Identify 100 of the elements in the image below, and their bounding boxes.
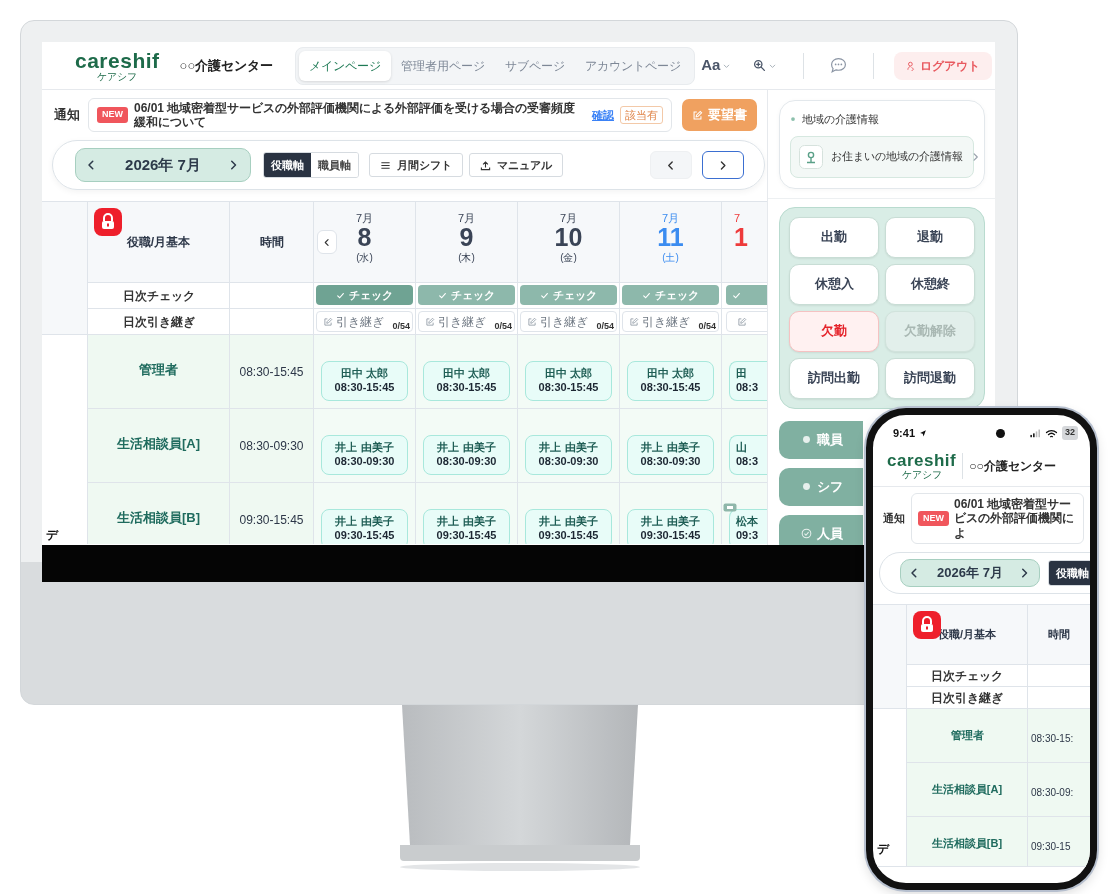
confirm-link[interactable]: 確認 — [592, 106, 614, 124]
handover-button[interactable]: 引き継ぎ 0/54 — [520, 311, 617, 332]
shift-time: 09:30-15:45 — [538, 529, 599, 543]
day-number: 1 — [734, 224, 748, 252]
staff-name: 井上 由美子 — [539, 441, 598, 455]
shift-time: 09:30-15:45 — [334, 529, 395, 543]
handover-button[interactable]: 引き継ぎ 0/54 — [622, 311, 719, 332]
card-title: 地域の介護情報 — [802, 112, 879, 127]
day-number: 11 — [657, 224, 684, 252]
punch-button[interactable]: 出勤 — [789, 216, 879, 258]
punch-button[interactable]: 訪問退勤 — [885, 357, 975, 399]
role-cell: 管理者 — [88, 335, 230, 409]
day-month: 7月 — [355, 212, 374, 225]
handover-button[interactable]: 引き継ぎ 0/54 — [418, 311, 515, 332]
view-toggle[interactable]: 役職軸 — [1049, 560, 1090, 586]
new-badge: NEW — [918, 510, 949, 527]
toolbar-button[interactable]: 月間シフト — [369, 152, 463, 178]
shift-time: 08:30-09:30 — [436, 455, 497, 469]
shift-card[interactable]: 井上 由美子 09:30-15:45 — [423, 509, 510, 544]
location-pin-icon — [799, 144, 823, 169]
nav-tab[interactable]: アカウントページ — [575, 50, 692, 81]
staff-name: 松本 — [736, 515, 758, 529]
signal-icon — [1029, 428, 1041, 438]
shift-card[interactable]: 田中 太郎 08:30-15:45 — [525, 361, 612, 401]
month-selector[interactable]: 2026年 7月 — [900, 559, 1040, 588]
day-month: 7月 — [457, 212, 476, 225]
punch-button[interactable]: 休憩入 — [789, 263, 879, 305]
time-cell: 08:30-09:30 — [230, 409, 314, 483]
punch-button[interactable]: 退勤 — [885, 216, 975, 258]
edit-icon — [737, 316, 747, 327]
logo-text: careshif — [75, 49, 160, 71]
shift-time: 08:3 — [736, 455, 759, 469]
time-cell: 09:30-15:45 — [230, 483, 314, 544]
edit-icon — [527, 316, 537, 327]
shift-card[interactable]: 松本 09:3 — [729, 509, 767, 544]
logo-subtext: ケアシフ — [97, 71, 138, 82]
role-cell: 管理者 — [907, 709, 1028, 764]
nav-tab[interactable]: サブページ — [495, 50, 576, 81]
shift-card[interactable]: 井上 由美子 08:30-09:30 — [627, 435, 714, 475]
section-label: デ — [46, 527, 58, 544]
wifi-icon — [1045, 428, 1058, 438]
notice-text: 06/01 地域密着型サービスの外部評価機関によ — [954, 497, 1075, 541]
month-label: 2026年 7月 — [125, 154, 201, 175]
shift-card[interactable]: 井上 由美子 09:30-15:45 — [627, 509, 714, 544]
shift-card[interactable]: 田中 太郎 08:30-15:45 — [627, 361, 714, 401]
nav-tab[interactable]: メインページ — [299, 50, 392, 81]
logo-subtext: ケアシフ — [901, 469, 942, 480]
month-selector[interactable]: 2026年 7月 — [75, 148, 251, 182]
shift-card[interactable]: 井上 由美子 08:30-09:30 — [525, 435, 612, 475]
handover-count: 0/54 — [596, 322, 614, 331]
dot-icon — [801, 481, 812, 492]
punch-button[interactable]: 休憩終 — [885, 263, 975, 305]
toolbar-button[interactable]: マニュアル — [469, 152, 563, 178]
row-label: 日次引き継ぎ — [931, 689, 1003, 707]
shift-card[interactable]: 田中 太郎 08:30-15:45 — [321, 361, 408, 401]
staff-name: 井上 由美子 — [437, 515, 496, 529]
role-cell: 生活相談員[B] — [907, 817, 1028, 868]
day-number: 8 — [357, 224, 372, 252]
shift-card[interactable]: 井上 由美子 09:30-15:45 — [525, 509, 612, 544]
edit-icon — [692, 109, 703, 121]
shift-card[interactable]: 山 08:3 — [729, 435, 767, 475]
shift-card[interactable]: 井上 由美子 09:30-15:45 — [321, 509, 408, 544]
facility-name: ○○介護センター — [179, 56, 274, 75]
column-header: 時間 — [1048, 627, 1070, 643]
shift-time: 08:30-09:30 — [538, 455, 599, 469]
day-weekday: (土) — [662, 251, 679, 263]
chevron-left-icon — [322, 237, 332, 247]
shift-card[interactable]: 井上 由美子 08:30-09:30 — [321, 435, 408, 475]
role-cell: 生活相談員[A] — [907, 763, 1028, 818]
font-size-button[interactable]: Aa — [695, 53, 738, 78]
handover-count: 0/54 — [698, 322, 716, 331]
staff-name: 田中 太郎 — [544, 367, 593, 381]
time-cell: 08:30-15:45 — [230, 335, 314, 409]
link-text: お住まいの地域の介護情報 — [831, 149, 963, 165]
next-button[interactable] — [702, 151, 744, 179]
staff-name: 山 — [736, 441, 747, 455]
staff-name: 井上 由美子 — [539, 515, 598, 529]
punch-button[interactable]: 訪問出勤 — [789, 357, 879, 399]
shift-card[interactable]: 井上 由美子 08:30-09:30 — [423, 435, 510, 475]
shift-card[interactable]: 田 08:3 — [729, 361, 767, 401]
battery-indicator: 32 — [1062, 426, 1078, 440]
edit-icon — [425, 316, 435, 327]
new-badge: NEW — [97, 107, 128, 123]
upload-icon — [480, 159, 491, 171]
handover-button[interactable]: 引き継ぎ 0/54 — [316, 311, 413, 332]
row-label: 日次引き継ぎ — [122, 313, 195, 331]
row-label: 日次チェック — [931, 667, 1003, 685]
view-toggle[interactable]: 役職軸 — [264, 152, 311, 178]
day-month: 7 — [734, 212, 741, 225]
shift-card[interactable]: 田中 太郎 08:30-15:45 — [423, 361, 510, 401]
day-number: 9 — [459, 224, 474, 252]
column-header: 時間 — [259, 234, 284, 251]
shift-time: 09:30-15:45 — [640, 529, 701, 543]
facility-name: ○○介護センター — [969, 457, 1056, 475]
punch-button[interactable]: 欠勤 — [789, 310, 879, 352]
column-header: 役職/月基本 — [126, 234, 191, 251]
handover-count: 0/54 — [392, 322, 410, 331]
check-icon — [336, 290, 345, 300]
collapse-button[interactable] — [317, 230, 337, 254]
nav-tab[interactable]: 管理者用ページ — [391, 50, 496, 81]
